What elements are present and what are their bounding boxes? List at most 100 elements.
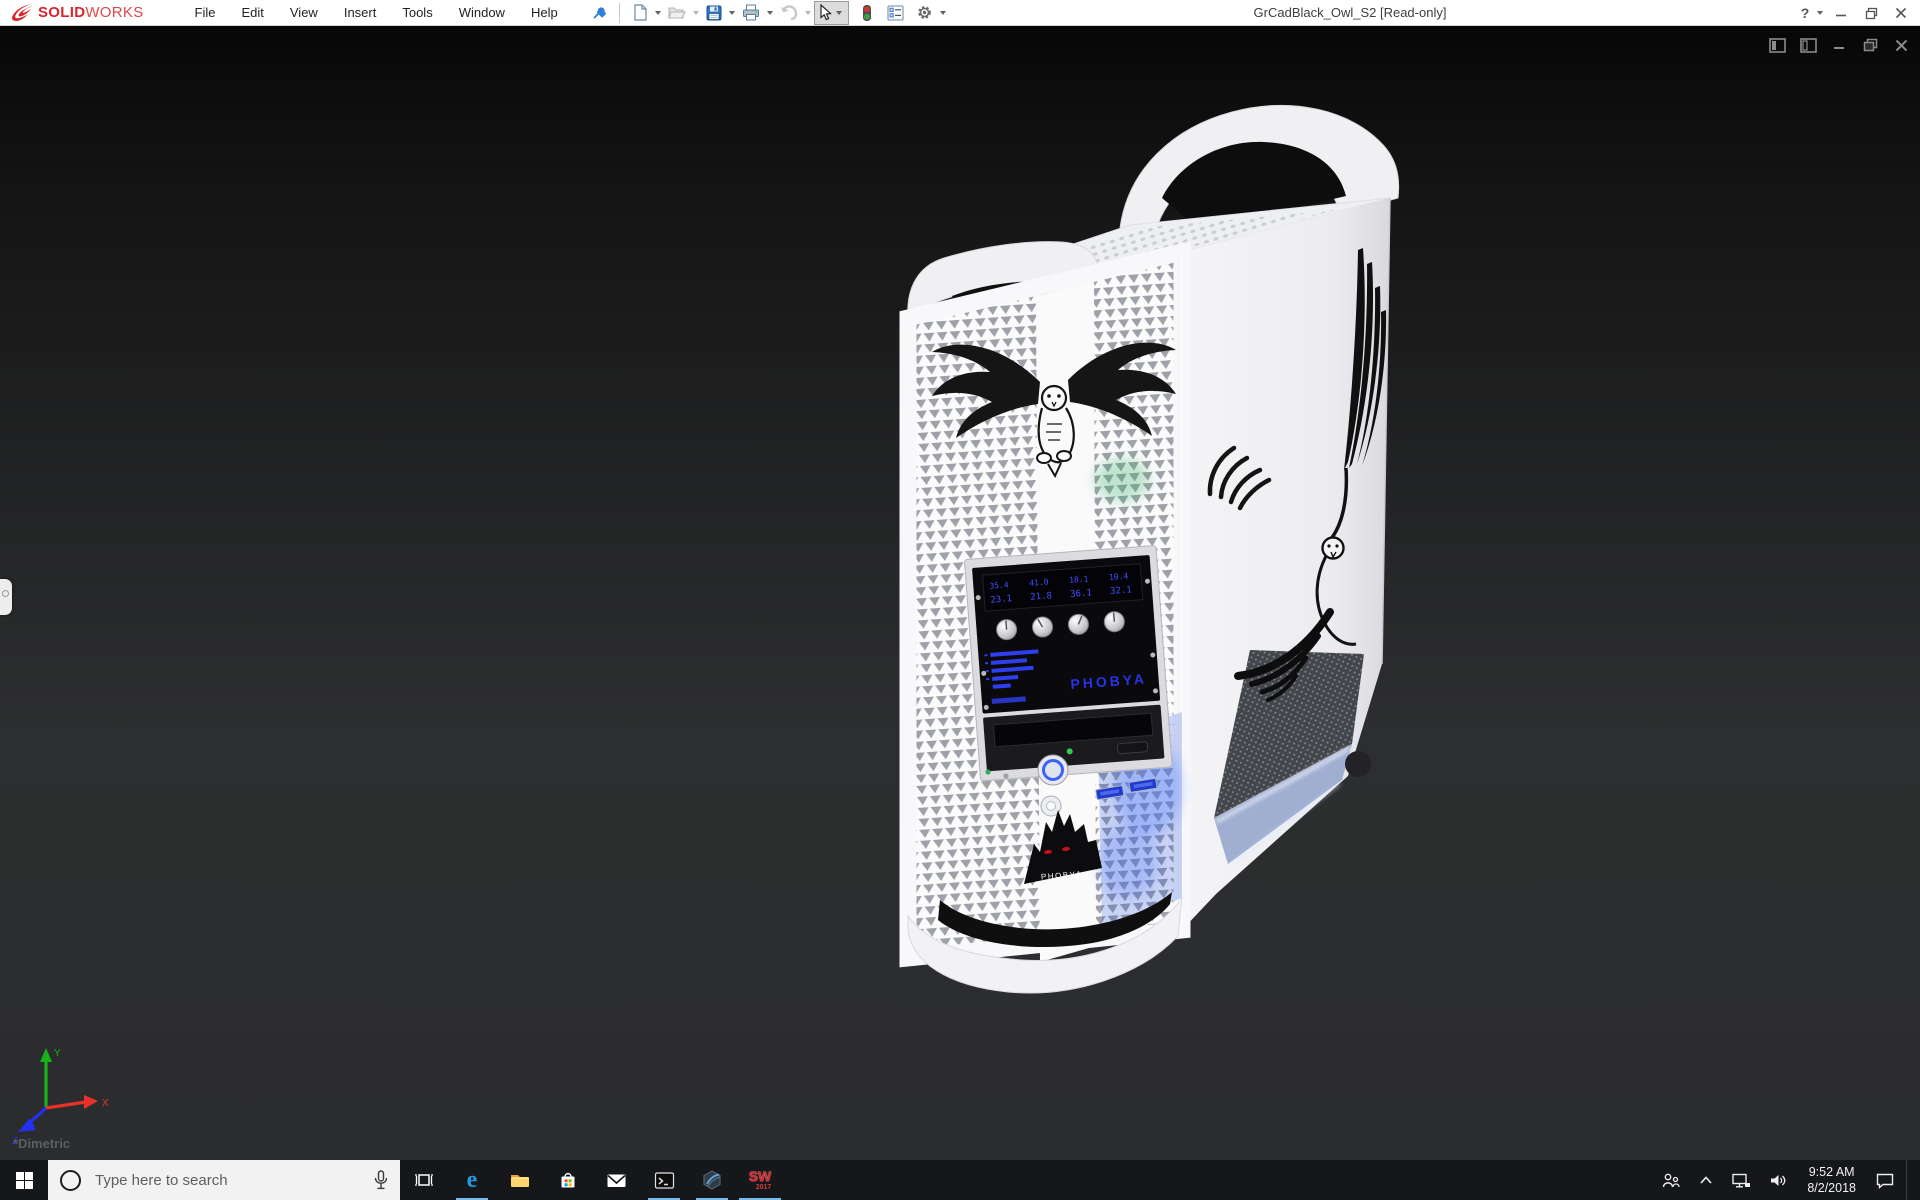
doc-restore-icon [1863, 38, 1878, 52]
undo-icon [780, 5, 798, 20]
taskbar-search-box[interactable] [48, 1160, 400, 1200]
graphics-viewport[interactable]: 35.4 41.0 18.1 10.4 23.1 21.8 36.1 32.1 [0, 26, 1920, 1160]
help-dropdown[interactable] [1817, 11, 1823, 15]
save-button[interactable] [702, 1, 726, 25]
help-button[interactable]: ? [1796, 1, 1826, 25]
pin-menu-button[interactable] [587, 2, 611, 24]
people-button[interactable] [1654, 1160, 1688, 1200]
select-arrow-icon [818, 4, 833, 21]
command-prompt-icon [654, 1171, 675, 1190]
store-icon [558, 1170, 578, 1190]
windows-taskbar: e [0, 1160, 1920, 1200]
solidworks-logo-icon [8, 3, 34, 23]
show-desktop-button[interactable] [1906, 1160, 1910, 1200]
cortana-icon [60, 1170, 81, 1191]
menu-insert[interactable]: Insert [331, 0, 390, 26]
lcd-readout-5: 23.1 [990, 594, 1012, 606]
new-document-icon [632, 4, 648, 21]
drive-eject-button [1117, 742, 1148, 754]
microphone-icon[interactable] [374, 1170, 388, 1190]
tray-time: 9:52 AM [1807, 1164, 1856, 1180]
hidden-icons-button[interactable] [1692, 1160, 1720, 1200]
volume-button[interactable] [1762, 1160, 1795, 1200]
minimize-icon [1835, 7, 1847, 19]
undo-button[interactable] [776, 1, 802, 25]
speaker-icon [1769, 1172, 1788, 1189]
interference-button[interactable] [857, 1, 877, 25]
lcd-readout-1: 35.4 [989, 580, 1009, 590]
toolbar-separator [619, 3, 620, 23]
3d-viewer-button[interactable] [688, 1160, 736, 1200]
menu-items: File Edit View Insert Tools Window Help [182, 0, 571, 26]
close-icon [1895, 7, 1907, 19]
edge-button[interactable]: e [448, 1160, 496, 1200]
file-explorer-icon [509, 1171, 531, 1189]
3d-model-pc-case[interactable]: 35.4 41.0 18.1 10.4 23.1 21.8 36.1 32.1 [860, 60, 1460, 1060]
doc-close-button[interactable] [1890, 36, 1912, 54]
case-rear-foot [1345, 751, 1371, 777]
solidworks-logo: SOLIDWORKS [0, 0, 154, 25]
brand-text: SOLIDWORKS [38, 4, 144, 21]
select-tool-dropdown[interactable] [836, 11, 842, 15]
network-icon [1731, 1172, 1751, 1189]
triad-y-label: Y [54, 1048, 61, 1059]
menu-help[interactable]: Help [518, 0, 571, 26]
task-view-icon [414, 1171, 434, 1189]
save-dropdown[interactable] [729, 11, 735, 15]
pushpin-icon [591, 5, 607, 21]
open-button[interactable] [664, 1, 690, 25]
edge-icon: e [467, 1167, 478, 1194]
command-prompt-button[interactable] [640, 1160, 688, 1200]
feature-tree-flyout-tab[interactable] [0, 579, 12, 615]
clock[interactable]: 9:52 AM 8/2/2018 [1799, 1164, 1864, 1197]
undo-dropdown[interactable] [805, 11, 811, 15]
close-button[interactable] [1886, 1, 1916, 25]
action-center-button[interactable] [1868, 1160, 1902, 1200]
lcd-readout-6: 21.8 [1030, 591, 1052, 603]
traffic-light-icon [861, 4, 873, 22]
menu-view[interactable]: View [277, 0, 331, 26]
print-dropdown[interactable] [767, 11, 773, 15]
doc-restore-button[interactable] [1859, 36, 1881, 54]
print-button[interactable] [738, 1, 764, 25]
doc-minimize-icon [1833, 39, 1846, 52]
mail-button[interactable] [592, 1160, 640, 1200]
pane-toggle-button-1[interactable] [1766, 36, 1788, 54]
menu-tools[interactable]: Tools [389, 0, 445, 26]
fan-controller-panel: 35.4 41.0 18.1 10.4 23.1 21.8 36.1 32.1 [964, 545, 1172, 780]
doc-minimize-button[interactable] [1828, 36, 1850, 54]
menu-bar: SOLIDWORKS File Edit View Insert Tools W… [0, 0, 1920, 26]
action-center-icon [1875, 1171, 1895, 1190]
menu-edit[interactable]: Edit [228, 0, 276, 26]
lcd-readout-4: 10.4 [1109, 572, 1129, 582]
restore-button[interactable] [1856, 1, 1886, 25]
open-folder-icon [668, 5, 686, 20]
hdd-led [985, 769, 990, 774]
new-document-button[interactable] [628, 1, 652, 25]
windows-logo-icon [16, 1172, 33, 1189]
power-led [1003, 773, 1008, 778]
pane-toggle-button-2[interactable] [1797, 36, 1819, 54]
open-dropdown[interactable] [693, 11, 699, 15]
store-button[interactable] [544, 1160, 592, 1200]
start-button[interactable] [0, 1160, 48, 1200]
save-floppy-icon [706, 5, 722, 21]
new-document-dropdown[interactable] [655, 11, 661, 15]
solidworks-taskbar-icon: SW 2017 [749, 1169, 772, 1191]
people-icon [1661, 1171, 1681, 1189]
solidworks-button[interactable]: SW 2017 [736, 1160, 784, 1200]
system-tray: 9:52 AM 8/2/2018 [1654, 1160, 1920, 1200]
3d-viewer-icon [701, 1169, 723, 1191]
minimize-button[interactable] [1826, 1, 1856, 25]
lcd-readout-7: 36.1 [1070, 588, 1092, 600]
search-input[interactable] [95, 1172, 335, 1189]
menu-window[interactable]: Window [446, 0, 518, 26]
print-icon [742, 4, 760, 21]
network-button[interactable] [1724, 1160, 1758, 1200]
task-view-button[interactable] [400, 1160, 448, 1200]
doc-close-icon [1895, 39, 1908, 52]
file-explorer-button[interactable] [496, 1160, 544, 1200]
select-tool-button[interactable] [814, 1, 849, 25]
pane-toggle-icon-1 [1769, 38, 1786, 53]
menu-file[interactable]: File [182, 0, 229, 26]
